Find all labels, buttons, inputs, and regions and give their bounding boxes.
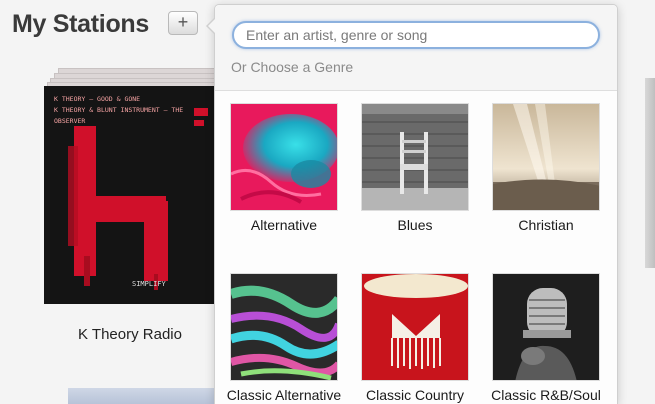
popover-arrow-inner <box>208 18 216 34</box>
genre-tile-classic-country[interactable]: Classic Country <box>355 273 475 403</box>
genre-label: Classic Country <box>365 387 465 403</box>
new-station-popover: Or Choose a Genre Alternative <box>206 4 618 404</box>
genre-label: Classic R&B/Soul <box>491 387 601 403</box>
genre-label: Alternative <box>250 217 318 233</box>
genre-label: Christian <box>518 217 574 233</box>
add-station-button[interactable]: + <box>168 11 198 35</box>
station-name[interactable]: K Theory Radio <box>40 326 220 343</box>
station-artwork[interactable]: K THEORY — GOOD & GONE K THEORY & BLUNT … <box>44 86 216 304</box>
page-title: My Stations <box>12 10 149 38</box>
station-artwork-tracks: K THEORY — GOOD & GONE K THEORY & BLUNT … <box>54 94 216 127</box>
blues-art[interactable] <box>361 103 469 211</box>
next-station-card-edge <box>68 388 214 404</box>
classic-rnb-soul-art[interactable] <box>492 273 600 381</box>
genre-tile-alternative[interactable]: Alternative <box>224 103 344 233</box>
classic-country-art[interactable] <box>361 273 469 381</box>
genre-heading: Or Choose a Genre <box>231 59 354 75</box>
adjacent-station-card-edge <box>645 78 655 268</box>
art-track-line: K THEORY & BLUNT INSTRUMENT — THE OBSERV… <box>54 106 184 125</box>
genre-label: Blues <box>397 217 433 233</box>
classic-alternative-art[interactable] <box>230 273 338 381</box>
genre-label: Classic Alternative <box>226 387 342 403</box>
genre-tile-classic-rnb-soul[interactable]: Classic R&B/Soul <box>486 273 606 403</box>
search-input[interactable] <box>232 21 600 49</box>
genre-tile-christian[interactable]: Christian <box>486 103 606 233</box>
genre-tile-classic-alternative[interactable]: Classic Alternative <box>224 273 344 403</box>
station-artwork-label: SIMPLIFY <box>132 280 166 288</box>
christian-art[interactable] <box>492 103 600 211</box>
alternative-art[interactable] <box>230 103 338 211</box>
art-track-line: K THEORY — GOOD & GONE <box>54 95 141 103</box>
genre-tile-blues[interactable]: Blues <box>355 103 475 233</box>
